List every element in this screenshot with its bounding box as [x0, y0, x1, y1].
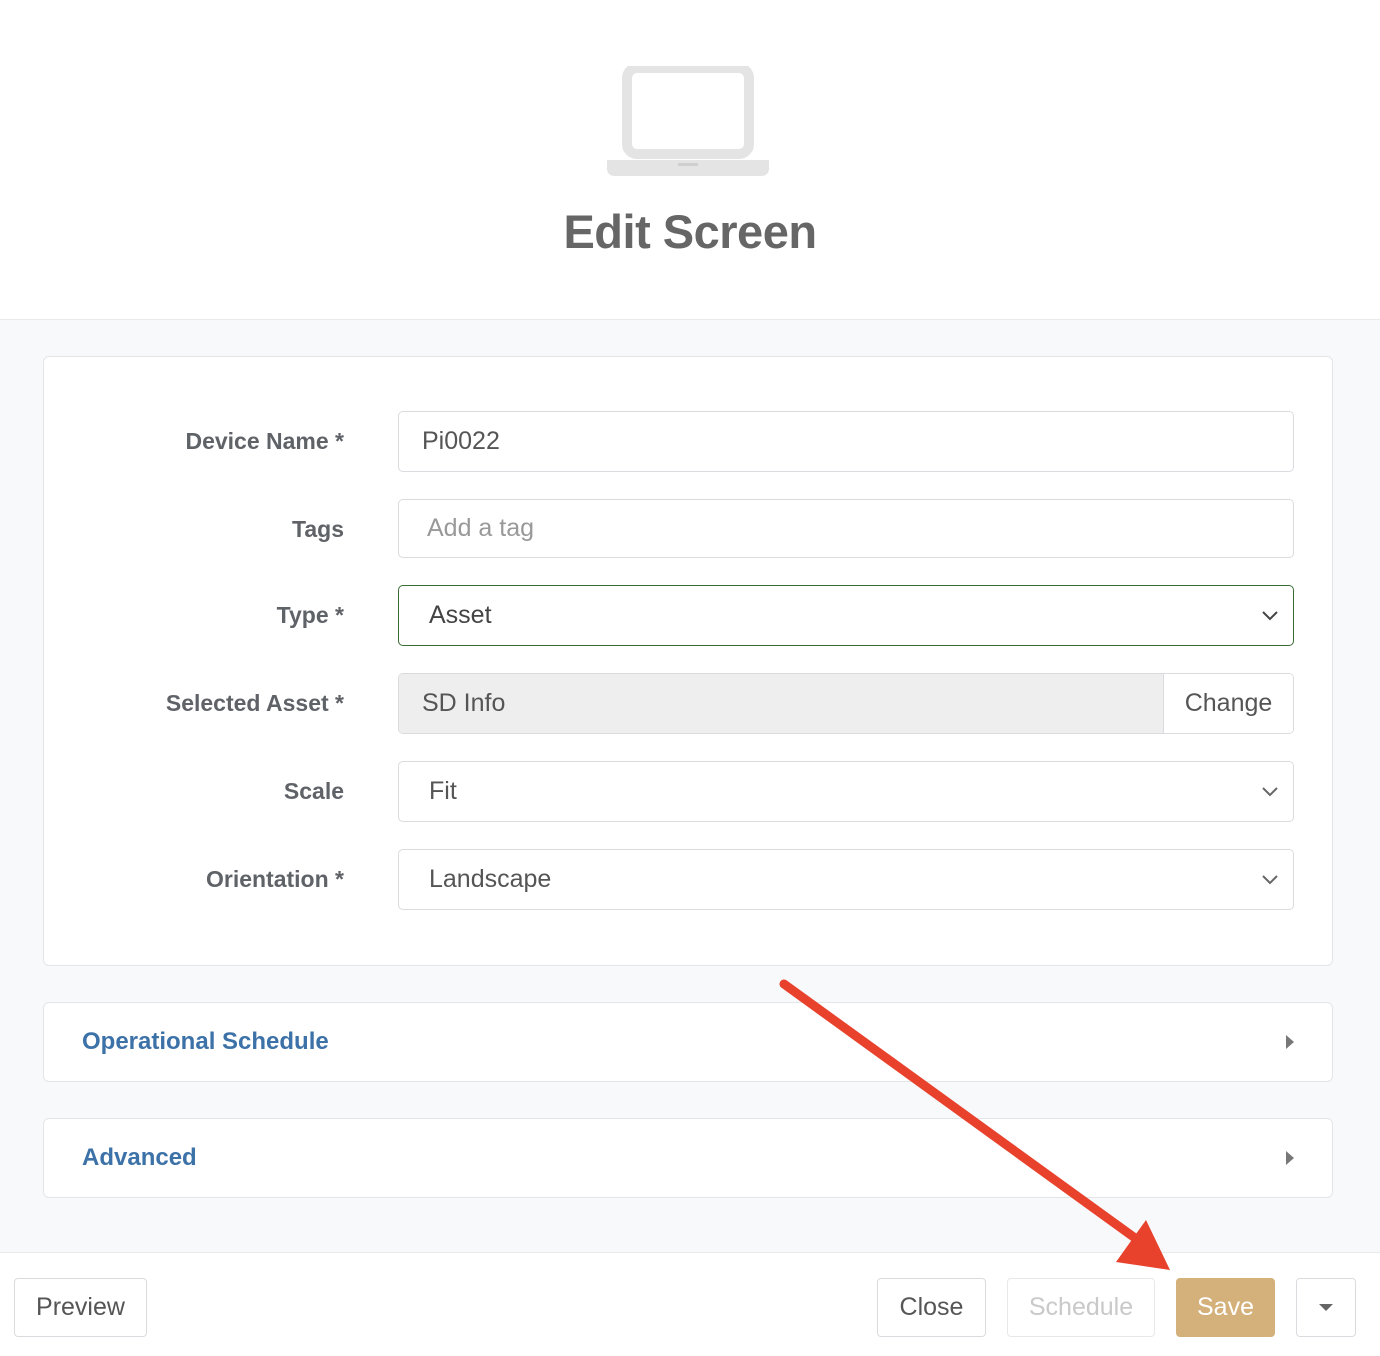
close-button[interactable]: Close [877, 1278, 986, 1337]
scale-value: Fit [429, 777, 457, 805]
caret-down-icon [1319, 1304, 1333, 1311]
tags-placeholder: Add a tag [427, 514, 535, 542]
device-name-label: Device Name * [185, 428, 344, 454]
advanced-section[interactable]: Advanced [43, 1118, 1333, 1198]
modal-header: Edit Screen [0, 0, 1380, 320]
save-button[interactable]: Save [1176, 1278, 1275, 1337]
orientation-select[interactable]: Landscape [398, 849, 1294, 910]
type-value: Asset [429, 601, 492, 629]
chevron-down-icon [1262, 786, 1278, 796]
caret-right-icon [1286, 1035, 1294, 1049]
operational-schedule-section[interactable]: Operational Schedule [43, 1002, 1333, 1082]
device-name-value: Pi0022 [422, 427, 500, 455]
page-title: Edit Screen [563, 205, 817, 258]
scale-select[interactable]: Fit [398, 761, 1294, 822]
selected-asset-label: Selected Asset * [165, 690, 344, 716]
preview-button[interactable]: Preview [14, 1278, 147, 1337]
advanced-title[interactable]: Advanced [82, 1119, 197, 1197]
chevron-down-icon [1262, 874, 1278, 884]
type-label: Type * [276, 602, 344, 628]
tags-input[interactable]: Add a tag [398, 499, 1294, 558]
laptop-icon [607, 66, 769, 176]
schedule-button[interactable]: Schedule [1007, 1278, 1155, 1337]
orientation-label: Orientation * [205, 866, 344, 892]
orientation-value: Landscape [429, 865, 552, 893]
operational-schedule-title[interactable]: Operational Schedule [82, 1003, 329, 1081]
scale-label: Scale [283, 778, 344, 804]
caret-right-icon [1286, 1151, 1294, 1165]
change-asset-button[interactable]: Change [1164, 674, 1293, 733]
selected-asset-group: SD Info Change [398, 673, 1294, 734]
save-options-dropdown-button[interactable] [1296, 1278, 1356, 1337]
device-name-input[interactable]: Pi0022 [398, 411, 1294, 472]
modal-footer [0, 1252, 1380, 1356]
tags-label: Tags [292, 516, 344, 542]
selected-asset-value: SD Info [399, 674, 1164, 733]
chevron-down-icon [1262, 610, 1278, 620]
type-select[interactable]: Asset [398, 585, 1294, 646]
